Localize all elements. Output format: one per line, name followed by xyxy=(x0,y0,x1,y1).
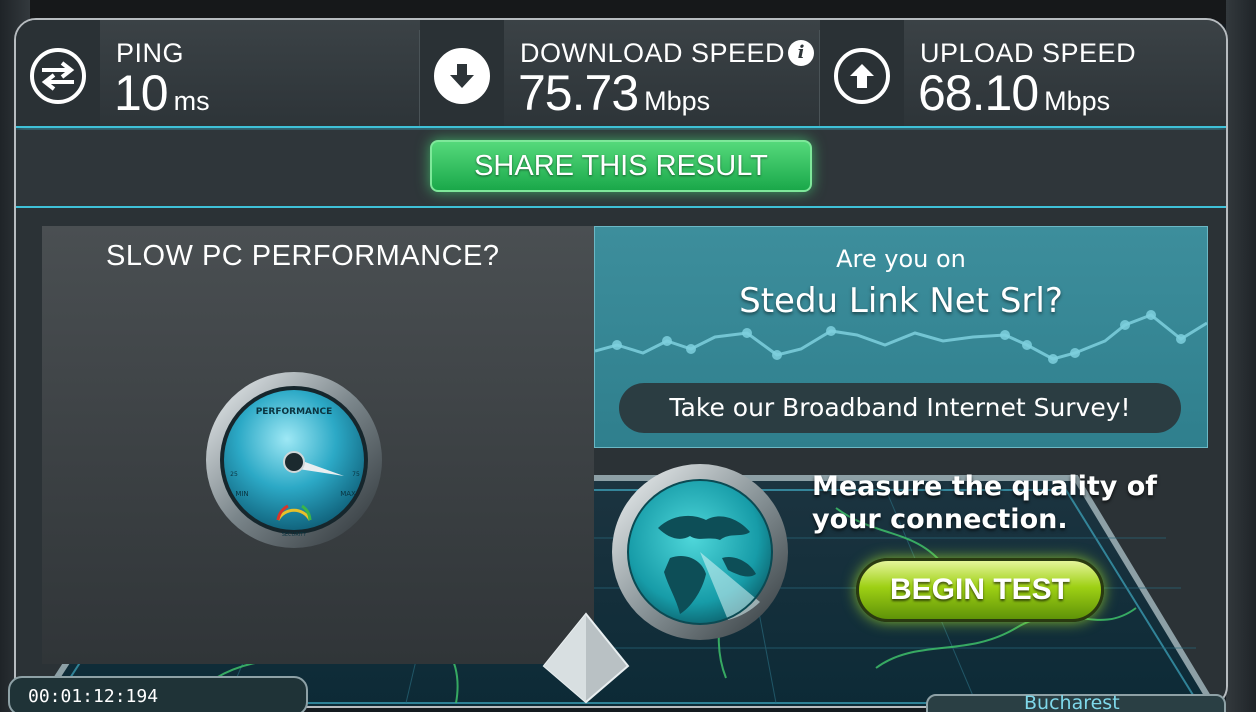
survey-button[interactable]: Take our Broadband Internet Survey! xyxy=(619,383,1181,433)
needle-pointer-icon xyxy=(542,612,630,704)
upload-arrow-icon xyxy=(834,48,890,104)
right-side-shade xyxy=(1226,0,1256,712)
upload-stat: UPLOAD SPEED 68.10 Mbps xyxy=(820,20,1226,126)
ping-unit: ms xyxy=(173,86,210,116)
download-arrow-icon xyxy=(434,48,490,104)
gauge-max-label: MAX xyxy=(340,490,356,498)
download-value: 75.73 xyxy=(518,65,639,121)
timer-display: 00:01:12:194 xyxy=(8,676,308,712)
ping-stat: PING 10 ms xyxy=(16,20,420,126)
ping-icon-box xyxy=(16,20,100,126)
stats-bar: PING 10 ms DOWNLOAD SPEED i 75.73 Mbps U… xyxy=(16,20,1226,128)
info-icon[interactable]: i xyxy=(788,40,814,66)
gauge-tick-left: 25 xyxy=(230,471,238,478)
begin-test-button[interactable]: BEGIN TEST xyxy=(856,558,1104,622)
promo-title: SLOW PC PERFORMANCE? xyxy=(106,240,500,272)
upload-unit: Mbps xyxy=(1044,86,1111,116)
survey-question-line1: Are you on xyxy=(836,245,966,273)
gauge-title: PERFORMANCE xyxy=(256,407,333,417)
survey-isp-name: Stedu Link Net Srl? xyxy=(739,281,1063,321)
share-row: SHARE THIS RESULT xyxy=(16,130,1226,208)
upload-value: 68.10 xyxy=(918,65,1039,121)
download-unit: Mbps xyxy=(644,86,711,116)
speedtest-screen: PING 10 ms DOWNLOAD SPEED i 75.73 Mbps U… xyxy=(0,0,1256,712)
server-location-box[interactable]: Bucharest xyxy=(926,692,1226,712)
globe-icon xyxy=(612,464,788,640)
isp-survey-panel: Are you on Stedu Link Net Srl? Take our … xyxy=(594,226,1208,448)
download-icon-box xyxy=(420,20,504,126)
result-frame: PING 10 ms DOWNLOAD SPEED i 75.73 Mbps U… xyxy=(14,18,1228,708)
gauge-bottom-label: SECURITY xyxy=(282,532,307,538)
download-stat: DOWNLOAD SPEED i 75.73 Mbps xyxy=(420,20,820,126)
server-location-label: Bucharest xyxy=(1024,692,1120,712)
ping-arrows-icon xyxy=(30,48,86,104)
gauge-tick-right: 75 xyxy=(352,471,360,478)
performance-gauge-icon[interactable]: PERFORMANCE MIN MAX 25 75 SECURITY xyxy=(204,370,384,550)
gauge-min-label: MIN xyxy=(235,490,248,498)
upload-icon-box xyxy=(820,20,904,126)
ping-value: 10 xyxy=(114,65,169,121)
measure-quality-text: Measure the quality of your connection. xyxy=(812,471,1158,535)
share-result-button[interactable]: SHARE THIS RESULT xyxy=(430,140,812,192)
